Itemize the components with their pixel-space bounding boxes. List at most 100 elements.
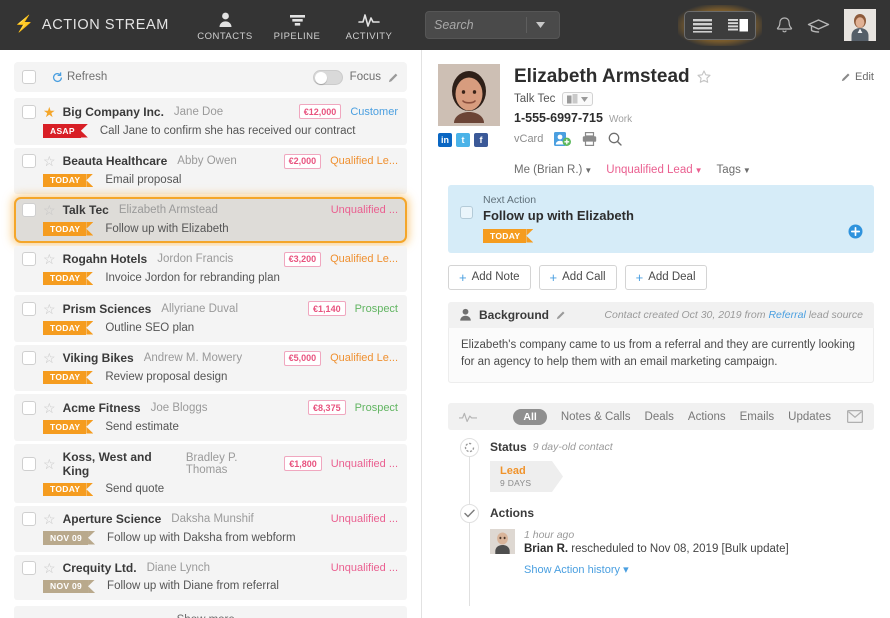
row-status[interactable]: Qualified Le... (330, 155, 398, 167)
row-status[interactable]: Qualified Le... (330, 253, 398, 265)
row-checkbox[interactable] (22, 512, 36, 526)
star-outline-icon[interactable]: ☆ (43, 351, 56, 365)
pencil-icon[interactable] (388, 72, 399, 83)
gmail-icon[interactable] (847, 410, 863, 423)
row-checkbox[interactable] (22, 456, 36, 471)
row-status[interactable]: Qualified Le... (330, 352, 398, 364)
add-button[interactable]: + Add Note (448, 264, 531, 290)
add-contact-icon[interactable] (554, 132, 572, 146)
action-row-bottom: TODAY Follow up with Elizabeth (22, 222, 398, 236)
action-row-top: ☆ Prism Sciences Allyriane Duval €1,140 Pros… (22, 301, 398, 316)
list-view-button[interactable] (685, 12, 720, 39)
add-button[interactable]: + Add Call (538, 264, 617, 290)
row-status[interactable]: Customer (350, 106, 398, 118)
action-row[interactable]: ☆ Beauta Healthcare Abby Owen €2,000 Qualifi… (14, 147, 407, 194)
star-outline-icon[interactable]: ☆ (43, 512, 56, 526)
row-status[interactable]: Unqualified ... (331, 458, 398, 470)
vcard-link[interactable]: vCard (514, 133, 543, 145)
action-row[interactable]: ☆ Aperture Science Daksha Munshif Unqualifi… (14, 506, 407, 552)
nav-item-pipeline[interactable]: PIPELINE (261, 9, 333, 42)
row-status[interactable]: Unqualified ... (331, 204, 398, 216)
row-checkbox[interactable] (22, 301, 36, 316)
entry-timestamp: 1 hour ago (524, 529, 575, 541)
list-toolbar: Refresh Focus (14, 62, 407, 92)
show-action-history-link[interactable]: Show Action history ▾ (524, 563, 789, 576)
print-icon[interactable] (582, 132, 597, 146)
star-outline-icon[interactable] (697, 70, 711, 84)
row-checkbox[interactable] (22, 104, 36, 119)
contact-phone[interactable]: 1-555-6997-715 (514, 111, 603, 125)
action-row-top: ☆ Aperture Science Daksha Munshif Unqualifi… (22, 512, 398, 526)
action-row[interactable]: ☆ Rogahn Hotels Jordon Francis €3,200 Qualif… (14, 245, 407, 292)
timeline-tab[interactable]: Notes & Calls (561, 411, 631, 423)
next-action-checkbox[interactable] (460, 206, 473, 219)
action-row[interactable]: ☆ Koss, West and King Bradley P. Thomas €1,… (14, 443, 407, 503)
action-row[interactable]: ☆ Prism Sciences Allyriane Duval €1,140 Pros… (14, 295, 407, 342)
action-row-bottom: TODAY Invoice Jordon for rebranding plan (22, 271, 398, 285)
lead-source-link[interactable]: Referral (768, 309, 805, 321)
action-row[interactable]: ☆ Talk Tec Elizabeth Armstead Unqualified .… (14, 197, 407, 243)
star-outline-icon[interactable]: ☆ (43, 203, 56, 217)
search-input[interactable] (426, 12, 526, 38)
row-checkbox[interactable] (22, 351, 36, 365)
row-checkbox[interactable] (22, 203, 36, 217)
action-row[interactable]: ★ Big Company Inc. Jane Doe €12,000 Customer… (14, 98, 407, 145)
edit-label: Edit (855, 71, 874, 83)
add-circle-icon[interactable] (848, 224, 863, 244)
star-outline-icon[interactable]: ☆ (43, 302, 56, 316)
meta-item[interactable]: Tags ▼ (717, 164, 751, 176)
row-status[interactable]: Unqualified ... (331, 513, 398, 525)
star-outline-icon[interactable]: ☆ (43, 401, 56, 415)
pencil-icon[interactable] (556, 310, 566, 320)
search-dropdown-button[interactable] (527, 12, 553, 38)
action-row[interactable]: ☆ Crequity Ltd. Diane Lynch Unqualified ...… (14, 554, 407, 600)
row-checkbox[interactable] (22, 560, 36, 575)
company-dropdown-button[interactable] (562, 92, 594, 106)
star-outline-icon[interactable]: ☆ (43, 561, 56, 575)
add-button[interactable]: + Add Deal (624, 264, 707, 290)
graduation-cap-icon[interactable] (807, 16, 830, 35)
linkedin-icon[interactable]: in (438, 133, 452, 147)
timeline-tab[interactable]: Deals (645, 411, 674, 423)
split-view-button[interactable] (720, 12, 755, 39)
star-filled-icon[interactable]: ★ (43, 105, 56, 119)
action-row[interactable]: ☆ Viking Bikes Andrew M. Mowery €5,000 Quali… (14, 344, 407, 391)
brand-logo[interactable]: ⚡ ACTION STREAM (14, 17, 189, 34)
focus-toggle[interactable] (312, 69, 343, 85)
twitter-icon[interactable]: t (456, 133, 470, 147)
contact-photo[interactable] (438, 64, 500, 126)
action-row-list: ★ Big Company Inc. Jane Doe €12,000 Customer… (14, 98, 407, 600)
timeline-tab[interactable]: All (513, 408, 547, 425)
user-avatar[interactable] (844, 9, 876, 41)
timeline-tab[interactable]: Actions (688, 411, 726, 423)
row-checkbox[interactable] (22, 400, 36, 415)
row-status[interactable]: Prospect (355, 303, 398, 315)
search-icon[interactable] (608, 132, 623, 146)
meta-item[interactable]: Unqualified Lead ▼ (606, 164, 702, 176)
star-outline-icon[interactable]: ☆ (43, 252, 56, 266)
row-status[interactable]: Prospect (355, 402, 398, 414)
star-outline-icon[interactable]: ☆ (43, 457, 56, 471)
facebook-icon[interactable]: f (474, 133, 488, 147)
action-row[interactable]: ☆ Acme Fitness Joe Bloggs €8,375 Prospect TOD… (14, 394, 407, 441)
action-row-top: ☆ Beauta Healthcare Abby Owen €2,000 Qualifi… (22, 153, 398, 169)
notifications-button[interactable] (776, 16, 793, 35)
nav-item-activity[interactable]: ACTIVITY (333, 9, 405, 42)
row-checkbox[interactable] (22, 154, 36, 168)
next-action-title[interactable]: Follow up with Elizabeth (483, 208, 862, 223)
edit-contact-button[interactable]: Edit (841, 71, 874, 83)
timeline-tab[interactable]: Updates (788, 411, 831, 423)
refresh-icon (53, 71, 63, 82)
select-all-checkbox[interactable] (22, 70, 36, 84)
meta-item[interactable]: Me (Brian R.) ▼ (514, 164, 592, 176)
show-more-button[interactable]: Show more... (14, 606, 407, 618)
add-button-label: Add Call (562, 271, 606, 283)
row-checkbox[interactable] (22, 252, 36, 266)
timeline-tab[interactable]: Emails (740, 411, 775, 423)
nav-item-contacts[interactable]: CONTACTS (189, 9, 261, 42)
row-status[interactable]: Unqualified ... (331, 562, 398, 574)
refresh-button[interactable]: Refresh (52, 71, 107, 83)
star-outline-icon[interactable]: ☆ (43, 154, 56, 168)
nav-item-contacts-label: CONTACTS (197, 30, 253, 42)
person-icon (460, 308, 471, 321)
